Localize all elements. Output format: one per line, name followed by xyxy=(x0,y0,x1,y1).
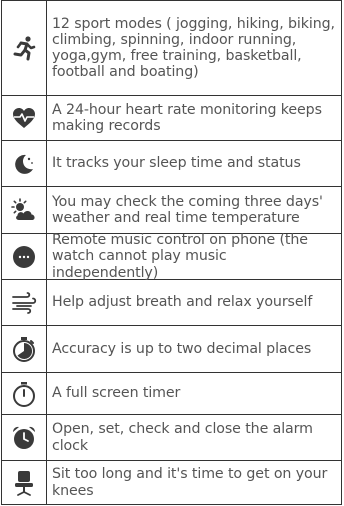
feature-text: Help adjust breath and relax yourself xyxy=(52,294,313,311)
feature-row: You may check the coming three days' wea… xyxy=(2,187,341,234)
feature-row: 12 sport modes ( jogging, hiking, biking… xyxy=(2,1,341,96)
feature-row: Accuracy is up to two decimal places xyxy=(2,326,341,373)
breath-wind-icon xyxy=(2,280,47,325)
moon-stars-icon xyxy=(2,141,47,186)
feature-row: A 24-hour heart rate monitoring keeps ma… xyxy=(2,96,341,141)
feature-row: Remote music control on phone (the watch… xyxy=(2,232,341,281)
feature-text: Accuracy is up to two decimal places xyxy=(52,340,312,357)
feature-text: A full screen timer xyxy=(52,385,181,402)
feature-row: Open, set, check and close the alarm clo… xyxy=(2,415,341,461)
office-chair-icon xyxy=(2,461,47,504)
running-person-icon xyxy=(2,1,47,95)
timer-icon xyxy=(2,373,47,414)
heart-rate-icon xyxy=(2,96,47,140)
feature-text: A 24-hour heart rate monitoring keeps ma… xyxy=(52,101,322,134)
feature-text: Sit too long and it's time to get on you… xyxy=(52,466,328,499)
feature-text: It tracks your sleep time and status xyxy=(52,155,301,172)
feature-text: Open, set, check and close the alarm clo… xyxy=(52,421,313,454)
feature-row: It tracks your sleep time and status xyxy=(2,141,341,187)
feature-row: A full screen timer xyxy=(2,373,341,415)
stopwatch-icon xyxy=(2,326,47,372)
music-dots-icon xyxy=(2,234,47,279)
alarm-clock-icon xyxy=(2,415,47,460)
feature-text: Remote music control on phone (the watch… xyxy=(52,232,308,281)
sun-cloud-icon xyxy=(2,187,47,233)
feature-row: Sit too long and it's time to get on you… xyxy=(2,461,341,504)
feature-row: Help adjust breath and relax yourself xyxy=(2,280,341,326)
feature-text: You may check the coming three days' wea… xyxy=(52,193,323,226)
feature-text: 12 sport modes ( jogging, hiking, biking… xyxy=(52,15,335,81)
feature-table: 12 sport modes ( jogging, hiking, biking… xyxy=(1,0,342,505)
